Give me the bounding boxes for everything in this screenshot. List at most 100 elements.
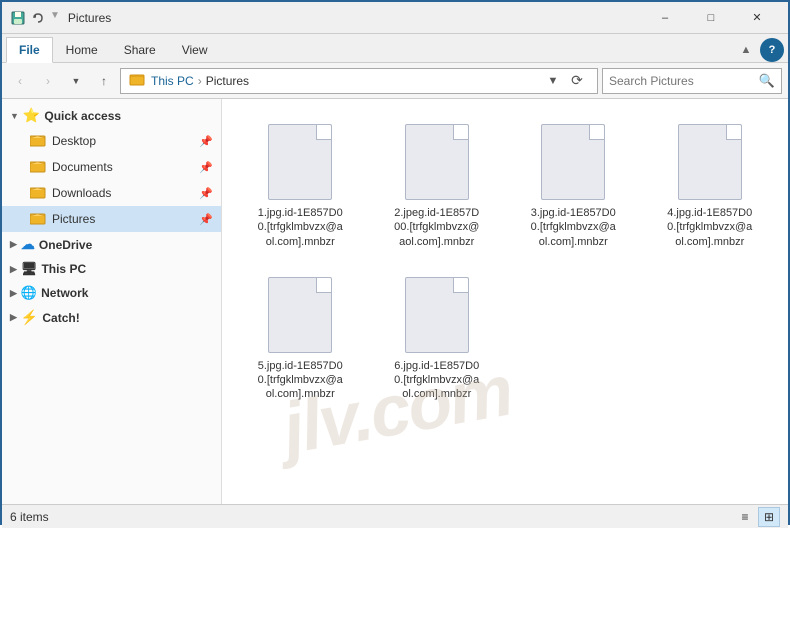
undo-icon[interactable]: [30, 10, 46, 26]
file-name-6: 6.jpg.id-1E857D00.[trfgklmbvzx@aol.com].…: [394, 359, 479, 402]
title-bar: ▼ Pictures – □ ✕: [2, 2, 788, 34]
sidebar-section-label-quick-access: Quick access: [44, 109, 121, 123]
path-icon: [129, 71, 145, 90]
quick-access-star-icon: ⭐: [23, 107, 40, 124]
file-name-3: 3.jpg.id-1E857D00.[trfgklmbvzx@aol.com].…: [531, 206, 616, 249]
file-name-1: 1.jpg.id-1E857D00.[trfgklmbvzx@aol.com].…: [258, 206, 343, 249]
network-icon: 🌐: [21, 285, 37, 301]
file-item-6[interactable]: 6.jpg.id-1E857D00.[trfgklmbvzx@aol.com].…: [373, 266, 502, 411]
pin-icon-downloads: 📌: [199, 187, 213, 200]
file-icon-5: [260, 275, 340, 355]
window-title: Pictures: [68, 11, 642, 25]
path-dropdown-button[interactable]: ▼: [541, 69, 565, 93]
file-icon-2: [397, 122, 477, 202]
sidebar-label-documents: Documents: [52, 160, 113, 174]
file-icon-3: [533, 122, 613, 202]
sidebar-section-label-network: Network: [41, 286, 88, 300]
path-this-pc[interactable]: This PC: [151, 74, 194, 88]
this-pc-icon: 🖥: [21, 261, 38, 277]
file-icon-6: [397, 275, 477, 355]
pin-icon-desktop: 📌: [199, 135, 213, 148]
sidebar: ▼ ⭐ Quick access Desktop 📌 Documents 📌 D…: [2, 99, 222, 504]
dropdown-icon[interactable]: ▼: [50, 10, 60, 26]
tab-home[interactable]: Home: [53, 36, 111, 62]
status-bar: 6 items ≡ ⊞: [2, 504, 788, 528]
tab-share[interactable]: Share: [111, 36, 169, 62]
help-button[interactable]: ?: [760, 38, 784, 62]
file-icon-4: [670, 122, 750, 202]
sidebar-section-this-pc[interactable]: ▶ 🖥 This PC: [2, 257, 221, 281]
grid-view-button[interactable]: ⊞: [758, 507, 780, 527]
chevron-right-icon-4: ▶: [10, 312, 17, 323]
ribbon-tabs: File Home Share View ▲ ?: [2, 34, 788, 62]
path-sep-1: ›: [198, 74, 202, 88]
sidebar-section-label-catch: Catch!: [42, 311, 79, 325]
forward-button[interactable]: ›: [36, 69, 60, 93]
sidebar-item-downloads[interactable]: Downloads 📌: [2, 180, 221, 206]
search-input[interactable]: [609, 74, 755, 88]
maximize-button[interactable]: □: [688, 2, 734, 34]
file-name-5: 5.jpg.id-1E857D00.[trfgklmbvzx@aol.com].…: [258, 359, 343, 402]
sidebar-section-label-this-pc: This PC: [41, 262, 86, 276]
file-page-3: [541, 124, 605, 200]
sidebar-item-desktop[interactable]: Desktop 📌: [2, 128, 221, 154]
downloads-folder-icon: [30, 185, 46, 202]
sidebar-section-label-onedrive: OneDrive: [39, 238, 92, 252]
file-item-1[interactable]: 1.jpg.id-1E857D00.[trfgklmbvzx@aol.com].…: [236, 113, 365, 258]
address-path[interactable]: This PC › Pictures ▼ ⟳: [120, 68, 598, 94]
ribbon: File Home Share View ▲ ?: [2, 34, 788, 63]
catch-icon: ⚡: [21, 309, 38, 326]
title-bar-icons: ▼: [10, 10, 60, 26]
file-item-3[interactable]: 3.jpg.id-1E857D00.[trfgklmbvzx@aol.com].…: [509, 113, 638, 258]
refresh-button[interactable]: ⟳: [565, 69, 589, 93]
tab-file[interactable]: File: [6, 37, 53, 63]
sidebar-label-desktop: Desktop: [52, 134, 96, 148]
file-page-6: [405, 277, 469, 353]
file-icon-1: [260, 122, 340, 202]
main-container: ▼ ⭐ Quick access Desktop 📌 Documents 📌 D…: [2, 99, 788, 504]
file-page-1: [268, 124, 332, 200]
status-bar-right: ≡ ⊞: [734, 507, 780, 527]
search-icon: 🔍: [759, 73, 775, 89]
chevron-right-icon: ▶: [10, 239, 17, 250]
desktop-folder-icon: [30, 133, 46, 150]
sidebar-item-documents[interactable]: Documents 📌: [2, 154, 221, 180]
search-box[interactable]: 🔍: [602, 68, 782, 94]
file-item-5[interactable]: 5.jpg.id-1E857D00.[trfgklmbvzx@aol.com].…: [236, 266, 365, 411]
address-bar: ‹ › ▼ ↑ This PC › Pictures ▼ ⟳ 🔍: [2, 63, 788, 99]
pin-icon-pictures: 📌: [199, 213, 213, 226]
sidebar-section-quick-access[interactable]: ▼ ⭐ Quick access: [2, 103, 221, 128]
file-item-2[interactable]: 2.jpeg.id-1E857D00.[trfgklmbvzx@aol.com]…: [373, 113, 502, 258]
list-view-button[interactable]: ≡: [734, 507, 756, 527]
onedrive-cloud-icon: ☁: [21, 236, 35, 253]
sidebar-section-onedrive[interactable]: ▶ ☁ OneDrive: [2, 232, 221, 257]
sidebar-section-catch[interactable]: ▶ ⚡ Catch!: [2, 305, 221, 330]
file-item-4[interactable]: 4.jpg.id-1E857D00.[trfgklmbvzx@aol.com].…: [646, 113, 775, 258]
file-grid: 1.jpg.id-1E857D00.[trfgklmbvzx@aol.com].…: [232, 109, 778, 415]
tab-view[interactable]: View: [169, 36, 221, 62]
back-button[interactable]: ‹: [8, 69, 32, 93]
dropdown-nav-button[interactable]: ▼: [64, 69, 88, 93]
path-pictures[interactable]: Pictures: [206, 74, 249, 88]
ribbon-collapse-button[interactable]: ▲: [734, 38, 758, 62]
file-page-2: [405, 124, 469, 200]
close-button[interactable]: ✕: [734, 2, 780, 34]
save-icon[interactable]: [10, 10, 26, 26]
pictures-folder-icon: [30, 211, 46, 228]
file-name-4: 4.jpg.id-1E857D00.[trfgklmbvzx@aol.com].…: [667, 206, 752, 249]
file-page-5: [268, 277, 332, 353]
title-bar-controls: – □ ✕: [642, 2, 780, 34]
content-area: 1.jpg.id-1E857D00.[trfgklmbvzx@aol.com].…: [222, 99, 788, 504]
item-count: 6 items: [10, 510, 49, 524]
sidebar-section-network[interactable]: ▶ 🌐 Network: [2, 281, 221, 305]
chevron-down-icon: ▼: [10, 111, 19, 121]
sidebar-label-pictures: Pictures: [52, 212, 95, 226]
sidebar-item-pictures[interactable]: Pictures 📌: [2, 206, 221, 232]
chevron-right-icon-3: ▶: [10, 288, 17, 299]
file-page-4: [678, 124, 742, 200]
documents-folder-icon: [30, 159, 46, 176]
file-name-2: 2.jpeg.id-1E857D00.[trfgklmbvzx@aol.com]…: [394, 206, 479, 249]
up-button[interactable]: ↑: [92, 69, 116, 93]
minimize-button[interactable]: –: [642, 2, 688, 34]
chevron-right-icon-2: ▶: [10, 264, 17, 275]
